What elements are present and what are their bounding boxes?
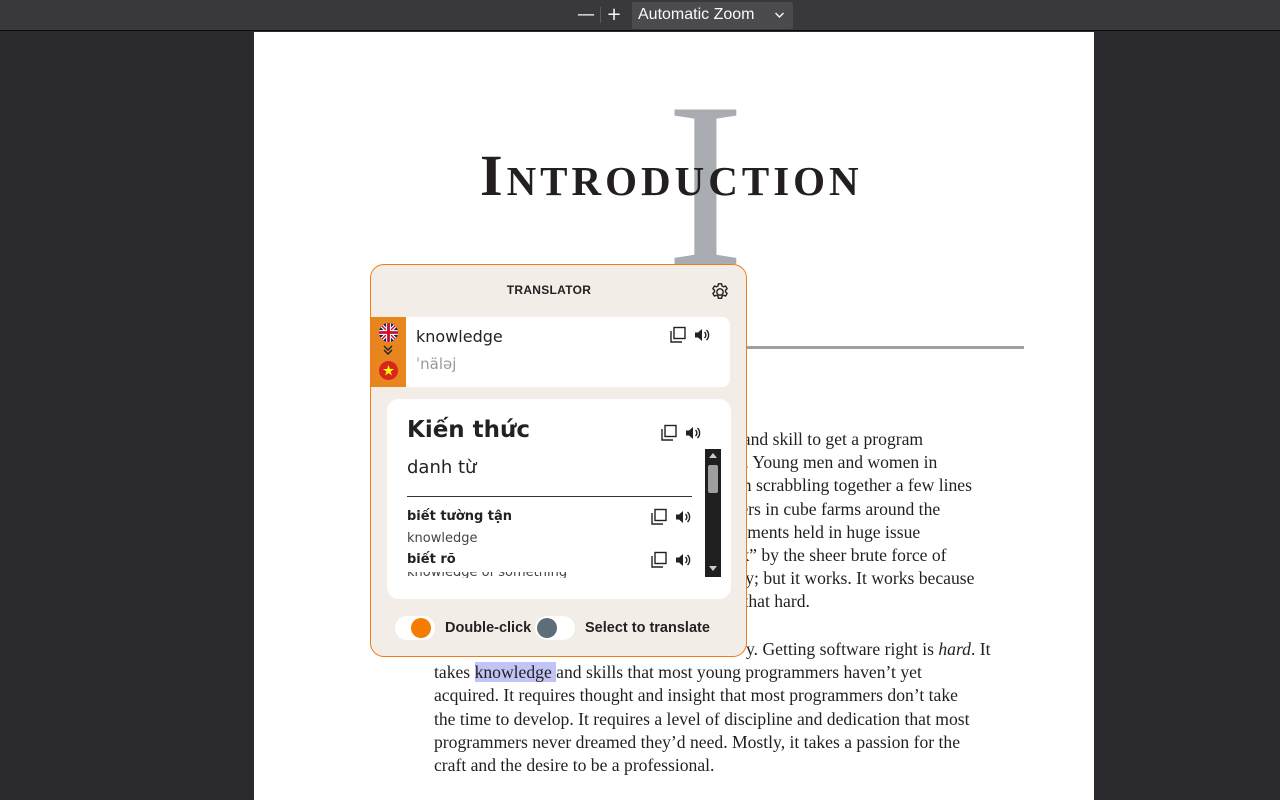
double-click-label: Double-click <box>445 620 532 636</box>
text-line: acquired. It requires thought and insigh… <box>434 685 958 706</box>
result-divider <box>407 496 692 497</box>
synonym-meaning: knowledge <box>407 531 478 546</box>
uk-flag-icon <box>379 323 398 342</box>
select-to-translate-toggle[interactable] <box>535 616 575 640</box>
text-line: the time to develop. It requires a level… <box>434 708 970 729</box>
text-line: sn’t that hard. <box>713 591 810 612</box>
synonym-word: biết rõ <box>407 552 456 567</box>
zoom-value: Automatic Zoom <box>638 6 755 23</box>
copy-icon[interactable] <box>668 325 688 345</box>
zoom-out-button[interactable]: — <box>576 4 596 26</box>
synonym-meaning: knowledge of something <box>407 572 567 578</box>
zoom-select[interactable]: Automatic Zoom <box>632 2 793 29</box>
text-line: work” by the sheer brute force of <box>713 545 947 566</box>
text-line: dge and skill to get a program <box>713 429 924 449</box>
zoom-in-button[interactable]: + <box>604 4 624 26</box>
scroll-thumb[interactable] <box>708 465 718 493</box>
translator-title: TRANSLATOR <box>506 283 592 297</box>
text-line: mmers in cube farms around the <box>713 498 941 519</box>
text-line: craft and the desire to be a professiona… <box>434 755 715 776</box>
text-line: takes knowledge and skills that most you… <box>434 662 922 683</box>
title-rule <box>736 346 1024 349</box>
text-line: time. Young men and women in <box>713 452 938 473</box>
double-click-toggle[interactable] <box>395 616 435 640</box>
speaker-icon[interactable] <box>673 550 693 570</box>
result-part-of-speech: danh từ <box>407 457 477 478</box>
select-to-translate-label: Select to translate <box>585 620 710 636</box>
speaker-icon[interactable] <box>683 423 703 443</box>
result-word: Kiến thức <box>407 417 531 443</box>
synonym-word: biết tường tận <box>407 509 513 524</box>
copy-icon[interactable] <box>659 423 679 443</box>
text-line: ed on scrabbling together a few lines <box>713 475 972 496</box>
pdf-toolbar: — + Automatic Zoom <box>0 0 1280 31</box>
toggle-knob <box>537 618 557 638</box>
text-line: documents held in huge issue <box>713 521 921 542</box>
speaker-icon[interactable] <box>692 325 712 345</box>
paragraph-2: y. Getting software right is hard. It ta… <box>434 638 1034 777</box>
text-line: programmers never dreamed they’d need. M… <box>434 731 961 752</box>
result-card: Kiến thức danh từ biết tường tận knowled… <box>387 399 731 599</box>
vietnam-flag-icon <box>379 361 398 380</box>
paragraph-1: dge and skill to get a program time. You… <box>713 428 1043 614</box>
copy-icon[interactable] <box>649 507 669 527</box>
source-card: knowledge ˈnäləj <box>406 317 730 387</box>
toggle-knob <box>411 618 431 638</box>
chapter-title: Introduction <box>480 143 863 208</box>
zoom-separator <box>600 7 601 23</box>
source-phonetic: ˈnäləj <box>416 355 457 373</box>
translator-popup: TRANSLATOR knowledge ˈnäləj Kiến thức da… <box>370 264 747 657</box>
scroll-up-icon[interactable] <box>709 452 717 460</box>
text-line: pretty; but it works. It works because <box>713 568 975 589</box>
results-scrollbar[interactable] <box>705 449 721 577</box>
copy-icon[interactable] <box>649 550 669 570</box>
swap-down-icon <box>383 344 393 358</box>
gear-icon[interactable] <box>709 281 731 303</box>
language-switcher[interactable] <box>371 317 406 387</box>
speaker-icon[interactable] <box>673 507 693 527</box>
selected-word[interactable]: knowledge <box>474 662 557 683</box>
source-word: knowledge <box>416 327 503 346</box>
scroll-down-icon[interactable] <box>709 566 717 574</box>
